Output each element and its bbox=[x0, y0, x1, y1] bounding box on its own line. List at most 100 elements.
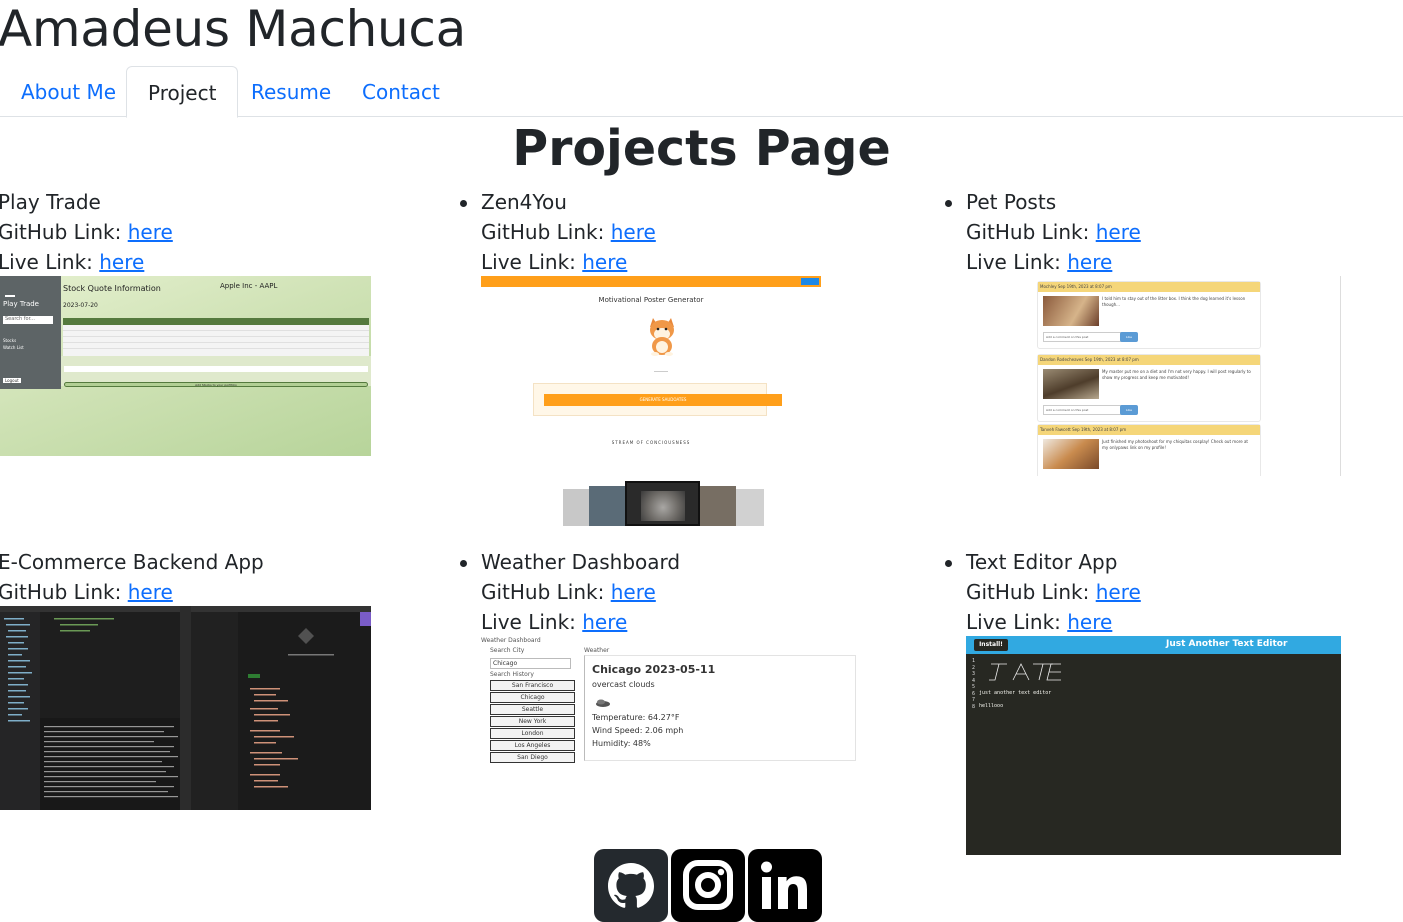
project-card: Zen4You GitHub Link: here Live Link: her… bbox=[460, 187, 656, 277]
github-link-label: GitHub Link: bbox=[966, 580, 1096, 604]
gallery-image bbox=[736, 489, 764, 526]
history-item: London bbox=[490, 728, 575, 739]
generate-panel: GENERATE SAUDOATES bbox=[533, 383, 782, 416]
project-screenshot: Motivational Poster Generator GENERATE S… bbox=[481, 276, 821, 526]
live-link-label: Live Link: bbox=[0, 250, 100, 274]
tab-project[interactable]: Project bbox=[126, 66, 239, 118]
history-item: San Diego bbox=[490, 752, 575, 763]
post-header: Tanveh Fawcett Sep 19th, 2023 at 8:07 pm bbox=[1038, 425, 1260, 435]
project-title: Zen4You bbox=[481, 190, 567, 214]
cloud-icon bbox=[596, 699, 610, 707]
live-link[interactable]: here bbox=[1067, 610, 1112, 634]
github-link-row: GitHub Link: here bbox=[966, 217, 1141, 247]
github-link[interactable]: here bbox=[611, 580, 656, 604]
sidebar-line: Watch List bbox=[3, 345, 24, 350]
pet-post: Dandon Rodecheaves Sep 19th, 2023 at 8:0… bbox=[1037, 354, 1261, 422]
humidity: Humidity: 48% bbox=[592, 739, 651, 748]
add-stock-button: Add Stocks to your portfolio bbox=[64, 382, 368, 387]
bullet bbox=[945, 200, 952, 207]
project-title: Weather Dashboard bbox=[481, 550, 681, 574]
pet-post: Tanveh Fawcett Sep 19th, 2023 at 8:07 pm… bbox=[1037, 424, 1261, 476]
gallery-image bbox=[563, 489, 589, 526]
github-link[interactable]: here bbox=[1096, 580, 1141, 604]
temperature: Temperature: 64.27°F bbox=[592, 713, 680, 722]
history-item: Chicago bbox=[490, 692, 575, 703]
post-image bbox=[1043, 296, 1099, 326]
github-link-label: GitHub Link: bbox=[0, 220, 128, 244]
live-link-label: Live Link: bbox=[966, 250, 1068, 274]
tab-resume[interactable]: Resume bbox=[230, 66, 352, 117]
project-title: Pet Posts bbox=[966, 190, 1057, 214]
live-link[interactable]: here bbox=[1067, 250, 1112, 274]
generate-button: GENERATE SAUDOATES bbox=[544, 394, 782, 406]
app-header-bar bbox=[481, 276, 821, 287]
live-link-row: Live Link: here bbox=[481, 607, 680, 637]
live-link-row: Live Link: here bbox=[966, 247, 1141, 277]
search-label: Search City bbox=[490, 647, 525, 654]
editor-code-line: helllooo bbox=[979, 703, 1004, 709]
project-card: E-Commerce Backend App GitHub Link: here bbox=[0, 547, 264, 607]
shiba-dog-image bbox=[650, 318, 674, 356]
logout-button: Logout bbox=[3, 378, 21, 383]
gallery-image bbox=[700, 486, 736, 526]
pet-post: Mochley Sep 19th, 2023 at 8:07 pm I told… bbox=[1037, 281, 1261, 349]
project-title: E-Commerce Backend App bbox=[0, 550, 264, 574]
github-link-row: GitHub Link: here bbox=[0, 217, 173, 247]
site-name: Amadeus Machuca bbox=[0, 0, 466, 58]
live-link-row: Live Link: here bbox=[481, 247, 656, 277]
linkedin-icon bbox=[761, 861, 807, 909]
github-link-row: GitHub Link: here bbox=[0, 577, 264, 607]
app-title: Play Trade bbox=[3, 300, 39, 308]
line-numbers: 1 2 3 4 5 6 7 8 bbox=[972, 658, 976, 710]
post-header: Dandon Rodecheaves Sep 19th, 2023 at 8:0… bbox=[1038, 355, 1260, 365]
history-item: Seattle bbox=[490, 704, 575, 715]
project-screenshot bbox=[0, 606, 371, 810]
screenshot-heading: Stock Quote Information bbox=[63, 284, 161, 293]
stream-label: STREAM OF CONCIOUSNESS bbox=[611, 440, 691, 445]
bullet bbox=[945, 560, 952, 567]
wind-speed: Wind Speed: 2.06 mph bbox=[592, 726, 684, 735]
tab-contact[interactable]: Contact bbox=[341, 66, 461, 117]
project-title: Text Editor App bbox=[966, 550, 1118, 574]
live-link[interactable]: here bbox=[99, 250, 144, 274]
post-text: Just finished my photoshoot for my chiqu… bbox=[1102, 439, 1248, 450]
instagram-link-icon[interactable] bbox=[671, 849, 745, 922]
project-screenshot: Mochley Sep 19th, 2023 at 8:07 pm I told… bbox=[1037, 276, 1341, 476]
github-link-label: GitHub Link: bbox=[481, 580, 611, 604]
live-link-label: Live Link: bbox=[966, 610, 1068, 634]
github-link[interactable]: here bbox=[128, 580, 173, 604]
like-button: Like bbox=[1120, 332, 1138, 342]
quote-table bbox=[63, 318, 369, 358]
screenshot-company: Apple Inc - AAPL bbox=[220, 282, 278, 290]
linkedin-link-icon[interactable] bbox=[748, 849, 822, 922]
live-link[interactable]: here bbox=[582, 250, 627, 274]
post-text: I told him to stay out of the litter box… bbox=[1102, 296, 1246, 307]
editor-title: Just Another Text Editor bbox=[1166, 639, 1288, 649]
post-text: My master put me on a diet and I'm not v… bbox=[1102, 369, 1251, 380]
github-link-row: GitHub Link: here bbox=[966, 577, 1141, 607]
editor-header: Install! Just Another Text Editor bbox=[966, 636, 1341, 654]
live-link[interactable]: here bbox=[582, 610, 627, 634]
editor-subtitle: just another text editor bbox=[979, 690, 1052, 696]
github-link[interactable]: here bbox=[1096, 220, 1141, 244]
comment-input: Add a comment on this post bbox=[1043, 405, 1123, 415]
github-link[interactable]: here bbox=[611, 220, 656, 244]
comment-input: Add a comment on this post bbox=[1043, 332, 1123, 342]
jate-ascii-logo bbox=[989, 663, 1061, 681]
weather-condition: overcast clouds bbox=[592, 680, 655, 689]
project-screenshot: Play Trade Search for... Stocks Watch Li… bbox=[0, 276, 371, 456]
page-title: Projects Page bbox=[512, 120, 891, 177]
project-card: Weather Dashboard GitHub Link: here Live… bbox=[460, 547, 681, 637]
tab-about-me[interactable]: About Me bbox=[0, 66, 137, 117]
gallery-image-featured bbox=[625, 481, 700, 526]
screenshot-date: 2023-07-20 bbox=[63, 302, 98, 309]
live-link-row: Live Link: here bbox=[0, 247, 173, 277]
instagram-icon bbox=[683, 860, 733, 910]
github-link[interactable]: here bbox=[128, 220, 173, 244]
github-link-icon[interactable] bbox=[594, 849, 668, 922]
like-button: Like bbox=[1120, 405, 1138, 415]
github-link-label: GitHub Link: bbox=[481, 220, 611, 244]
project-card: Text Editor App GitHub Link: here Live L… bbox=[945, 547, 1141, 637]
search-input: Chicago bbox=[490, 658, 571, 669]
github-icon bbox=[608, 863, 654, 908]
